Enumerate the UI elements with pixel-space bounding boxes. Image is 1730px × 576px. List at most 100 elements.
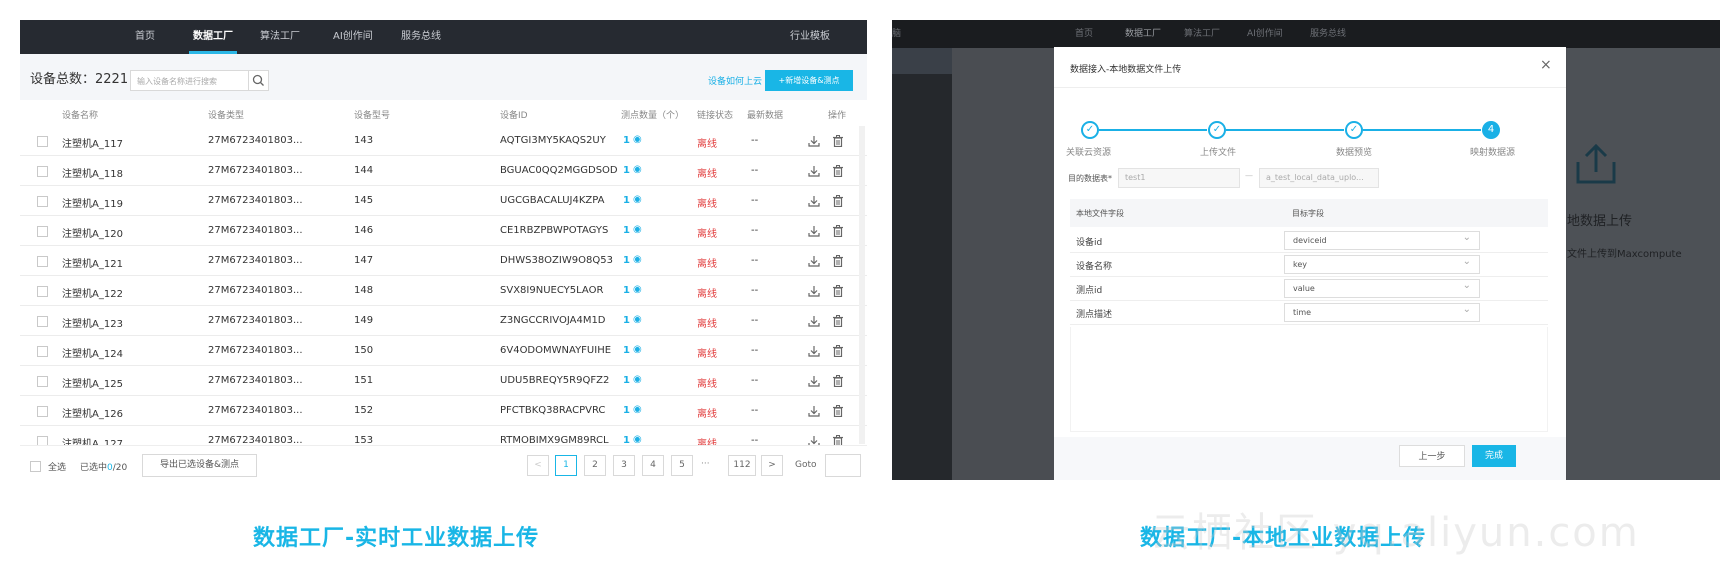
next-page-button[interactable]: > — [761, 455, 783, 476]
page-112[interactable]: 112 — [728, 455, 756, 476]
nav-home[interactable]: 首页 — [135, 20, 155, 54]
table-row[interactable]: 注塑机A_123 27M6723401803... 149 Z3NGCCRIVO… — [20, 306, 867, 336]
nav-service-bus[interactable]: 服务总线 — [401, 20, 441, 54]
delete-icon[interactable] — [832, 405, 844, 417]
cell-point-count[interactable]: 1 — [623, 225, 630, 236]
table-row[interactable]: 注塑机A_126 27M6723401803... 152 PFCTBKQ38R… — [20, 396, 867, 426]
nav-industry-templates[interactable]: 行业模板 — [790, 20, 830, 54]
prev-step-button[interactable]: 上一步 — [1399, 445, 1465, 467]
delete-icon[interactable] — [832, 315, 844, 327]
page-1[interactable]: 1 — [555, 455, 577, 476]
cell-point-count[interactable]: 1 — [623, 315, 630, 326]
nav-ai-studio[interactable]: AI创作间 — [1247, 20, 1283, 48]
cell-point-count[interactable]: 1 — [623, 405, 630, 416]
delete-icon[interactable] — [832, 225, 844, 237]
row-checkbox[interactable] — [37, 346, 48, 357]
download-icon[interactable] — [808, 165, 820, 177]
table-row[interactable]: 注塑机A_119 27M6723401803... 145 UGCGBACALU… — [20, 186, 867, 216]
nav-data-factory[interactable]: 数据工厂 — [1125, 20, 1161, 48]
page-3[interactable]: 3 — [613, 455, 635, 476]
cell-point-count[interactable]: 1 — [623, 135, 630, 146]
mapping-target-select[interactable]: key — [1284, 253, 1480, 274]
cell-point-count[interactable]: 1 — [623, 345, 630, 356]
download-icon[interactable] — [808, 405, 820, 417]
nav-algorithm-factory[interactable]: 算法工厂 — [1184, 20, 1220, 48]
row-checkbox[interactable] — [37, 166, 48, 177]
table-row[interactable]: 注塑机A_122 27M6723401803... 148 SVX8I9NUEC… — [20, 276, 867, 306]
view-points-icon[interactable]: ◉ — [633, 254, 642, 265]
cell-device-type: 27M6723401803... — [208, 165, 303, 176]
nav-algorithm-factory[interactable]: 算法工厂 — [260, 20, 300, 54]
mapping-target-select[interactable]: time — [1284, 301, 1480, 322]
download-icon[interactable] — [808, 285, 820, 297]
table-row[interactable]: 注塑机A_121 27M6723401803... 147 DHWS38OZIW… — [20, 246, 867, 276]
view-points-icon[interactable]: ◉ — [633, 284, 642, 295]
cell-point-count[interactable]: 1 — [623, 255, 630, 266]
delete-icon[interactable] — [832, 255, 844, 267]
table-scrollbar[interactable] — [859, 126, 865, 444]
export-selected-button[interactable]: 导出已选设备&测点 — [142, 454, 257, 477]
col-device-id: 设备ID — [500, 111, 528, 121]
search-button[interactable] — [248, 70, 269, 91]
cell-point-count[interactable]: 1 — [623, 165, 630, 176]
close-icon[interactable]: × — [1540, 57, 1552, 73]
download-icon[interactable] — [808, 315, 820, 327]
download-icon[interactable] — [808, 225, 820, 237]
nav-service-bus[interactable]: 服务总线 — [1310, 20, 1346, 48]
table-row[interactable]: 注塑机A_125 27M6723401803... 151 UDU5BREQY5… — [20, 366, 867, 396]
cell-point-count[interactable]: 1 — [623, 195, 630, 206]
cell-point-count[interactable]: 1 — [623, 375, 630, 386]
delete-icon[interactable] — [832, 195, 844, 207]
view-points-icon[interactable]: ◉ — [633, 194, 642, 205]
finish-button[interactable]: 完成 — [1472, 445, 1516, 467]
step-label: 关联云资源 — [1066, 148, 1112, 158]
nav-ai-studio[interactable]: AI创作间 — [333, 20, 373, 54]
delete-icon[interactable] — [832, 285, 844, 297]
delete-icon[interactable] — [832, 165, 844, 177]
row-checkbox[interactable] — [37, 196, 48, 207]
side-nav-active-item[interactable] — [892, 48, 952, 74]
view-points-icon[interactable]: ◉ — [633, 344, 642, 355]
download-icon[interactable] — [808, 345, 820, 357]
view-points-icon[interactable]: ◉ — [633, 374, 642, 385]
table-row[interactable]: 注塑机A_124 27M6723401803... 150 6V4ODOMWNA… — [20, 336, 867, 366]
mapping-target-select[interactable]: value — [1284, 277, 1480, 298]
row-checkbox[interactable] — [37, 376, 48, 387]
page-2[interactable]: 2 — [584, 455, 606, 476]
delete-icon[interactable] — [832, 375, 844, 387]
select-all-checkbox[interactable] — [30, 461, 41, 472]
table-row[interactable]: 注塑机A_118 27M6723401803... 144 BGUAC0QQ2M… — [20, 156, 867, 186]
download-icon[interactable] — [808, 195, 820, 207]
row-checkbox[interactable] — [37, 316, 48, 327]
download-icon[interactable] — [808, 255, 820, 267]
download-icon[interactable] — [808, 375, 820, 387]
view-points-icon[interactable]: ◉ — [633, 164, 642, 175]
delete-icon[interactable] — [832, 345, 844, 357]
view-points-icon[interactable]: ◉ — [633, 314, 642, 325]
page-4[interactable]: 4 — [642, 455, 664, 476]
row-checkbox[interactable] — [37, 136, 48, 147]
nav-data-factory[interactable]: 数据工厂 — [189, 20, 237, 54]
goto-page-input[interactable] — [825, 454, 861, 477]
row-checkbox[interactable] — [37, 406, 48, 417]
page-5[interactable]: 5 — [671, 455, 693, 476]
table-row[interactable]: 注塑机A_120 27M6723401803... 146 CE1RBZPBWP… — [20, 216, 867, 246]
row-checkbox[interactable] — [37, 286, 48, 297]
download-icon[interactable] — [808, 135, 820, 147]
mapping-target-select[interactable]: deviceid — [1284, 229, 1480, 250]
target-table-select[interactable]: a_test_local_data_uplo... — [1259, 168, 1379, 188]
how-to-onboard-link[interactable]: 设备如何上云 — [708, 74, 762, 87]
table-row[interactable]: 注塑机A_117 27M6723401803... 143 AQTGI3MY5K… — [20, 126, 867, 156]
cell-point-count[interactable]: 1 — [623, 285, 630, 296]
view-points-icon[interactable]: ◉ — [633, 134, 642, 145]
row-checkbox[interactable] — [37, 256, 48, 267]
view-points-icon[interactable]: ◉ — [633, 434, 642, 445]
target-project-select[interactable]: test1 — [1118, 168, 1240, 188]
view-points-icon[interactable]: ◉ — [633, 404, 642, 415]
view-points-icon[interactable]: ◉ — [633, 224, 642, 235]
nav-home[interactable]: 首页 — [1075, 20, 1093, 48]
delete-icon[interactable] — [832, 135, 844, 147]
row-checkbox[interactable] — [37, 226, 48, 237]
add-device-button[interactable]: +新增设备&测点 — [765, 70, 853, 91]
prev-page-button[interactable]: < — [527, 455, 549, 476]
